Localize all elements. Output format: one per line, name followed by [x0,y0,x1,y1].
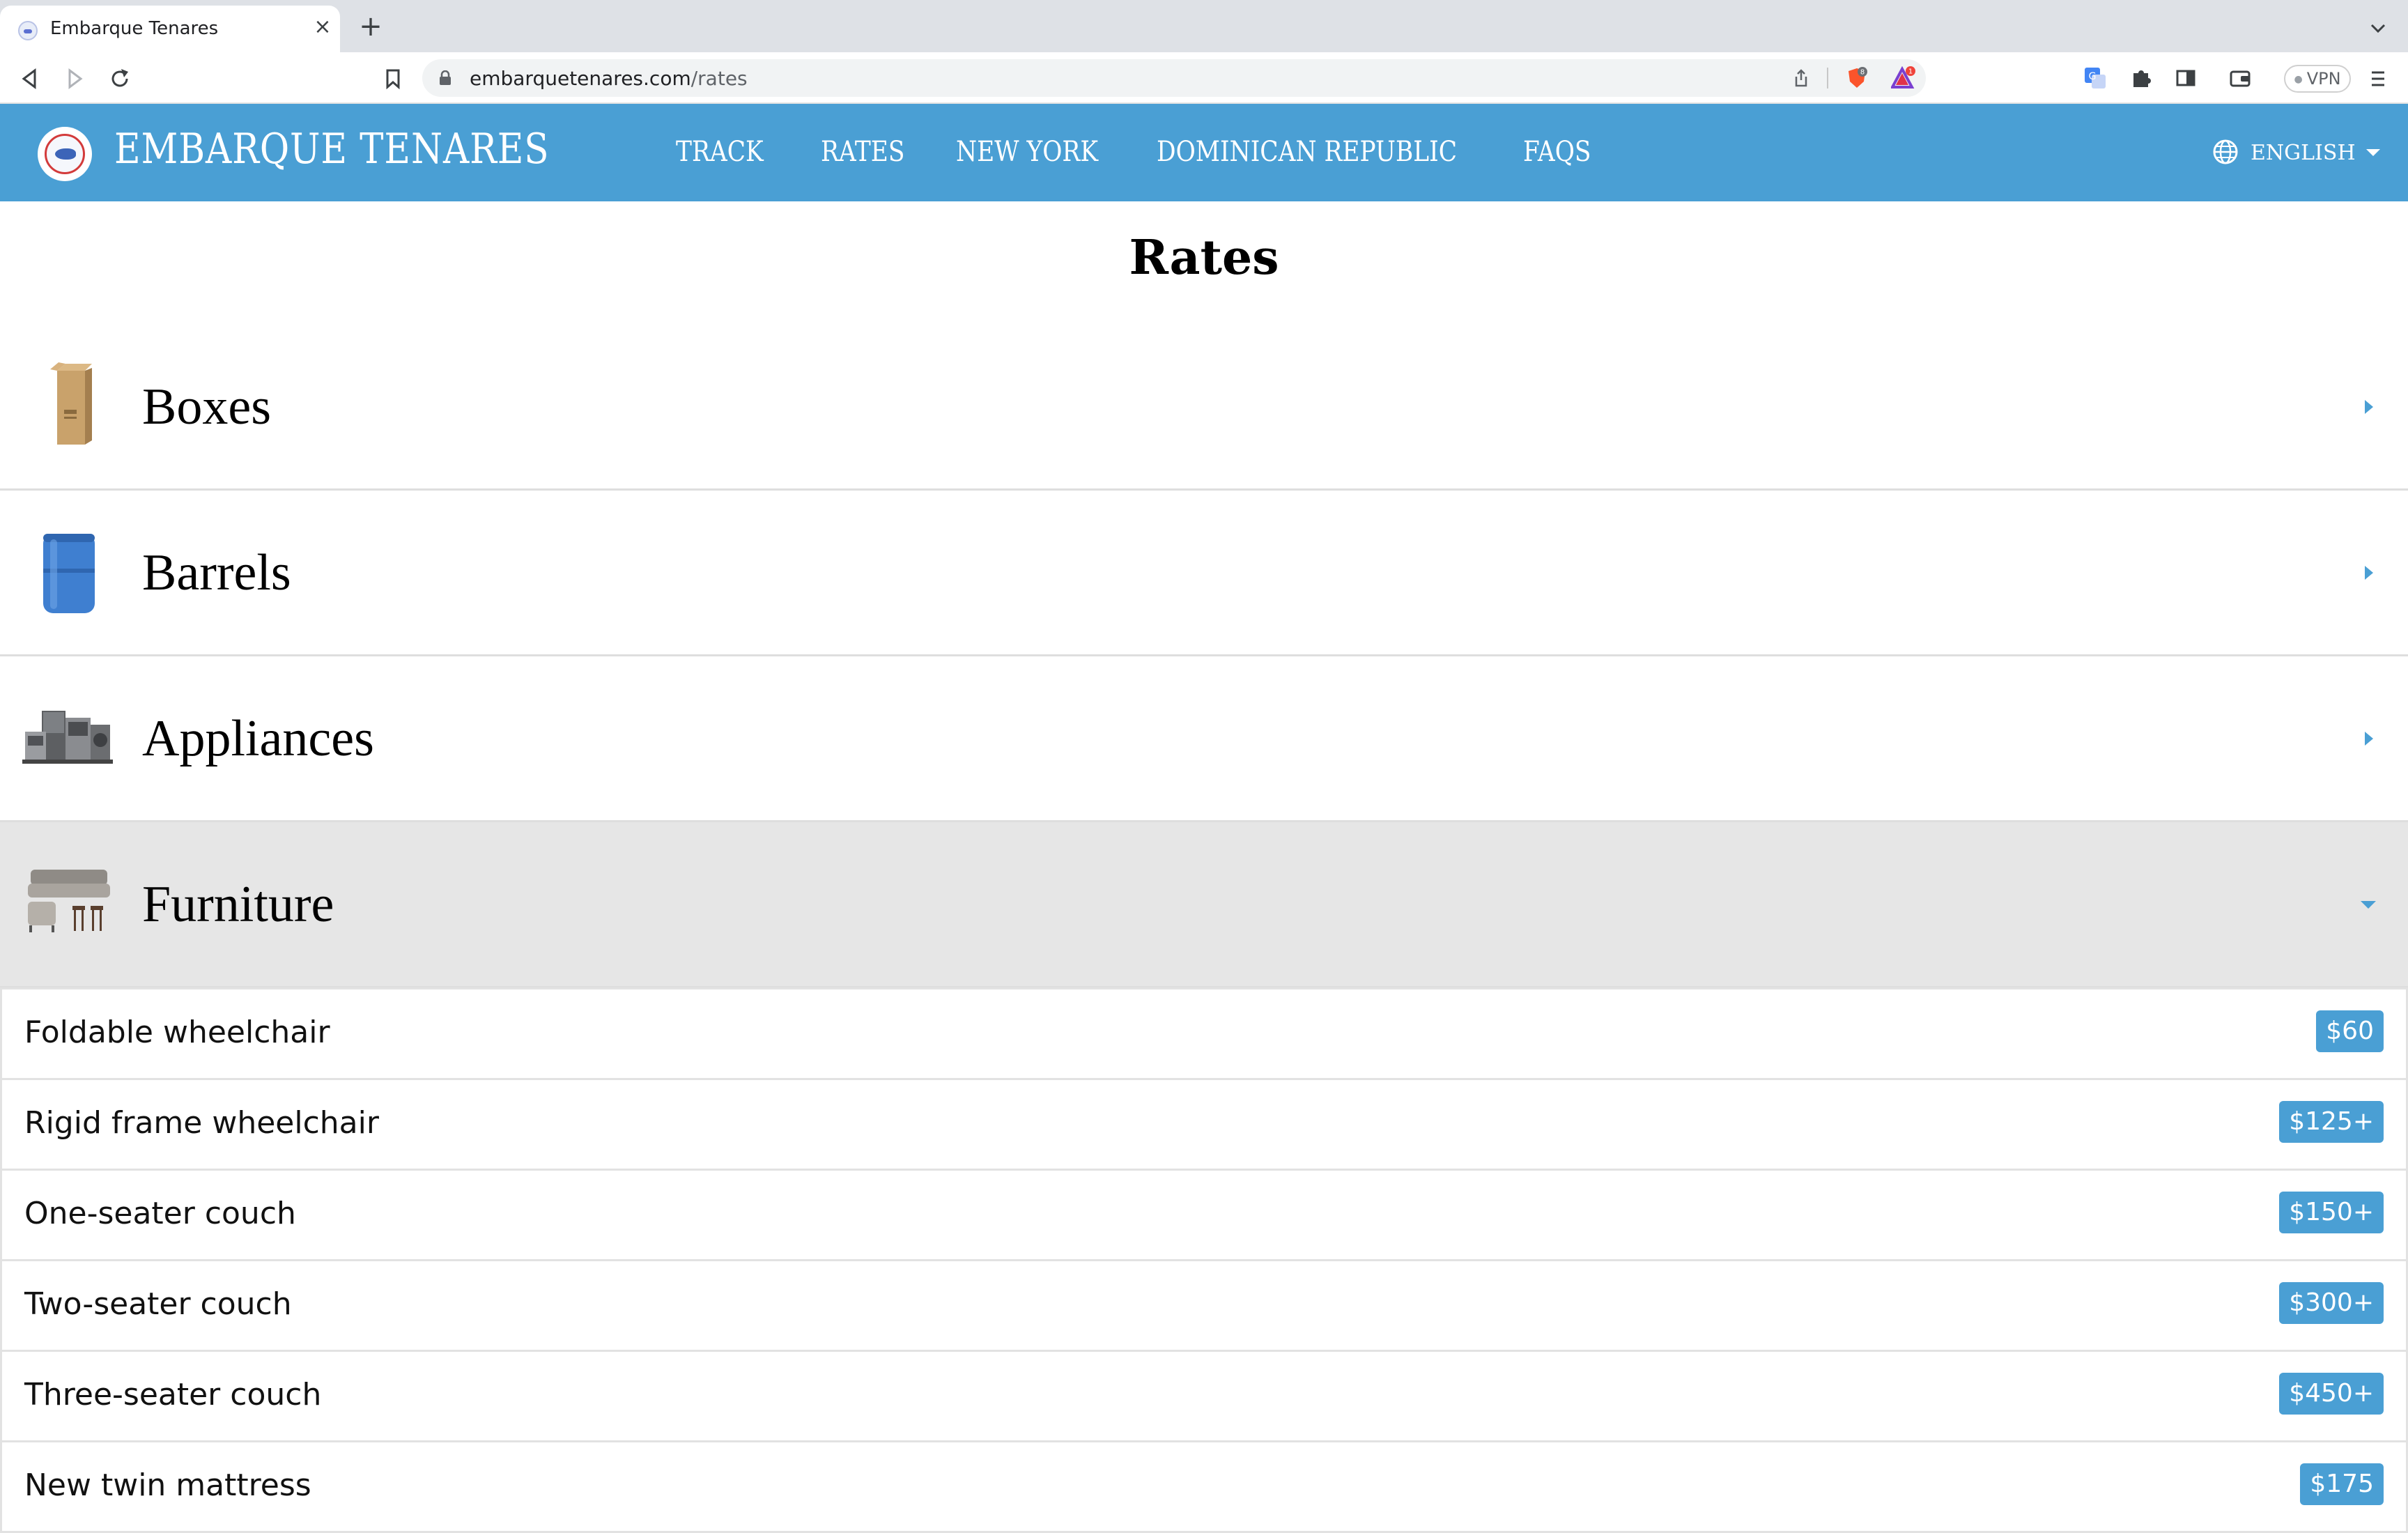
rate-price-badge: $150+ [2279,1192,2384,1233]
bookmark-icon[interactable] [379,65,407,93]
globe-icon [2213,139,2238,164]
rate-item-name: Three-seater couch [24,1377,322,1412]
rate-row: Three-seater couch $450+ [0,1352,2408,1442]
rewards-count: 1 [1908,68,1913,76]
vpn-button[interactable]: VPN [2284,65,2351,93]
back-icon[interactable] [15,65,43,93]
rate-item-name: Rigid frame wheelchair [24,1105,379,1141]
nav-new-york[interactable]: NEW YORK [956,136,1098,168]
rate-row: Two-seater couch $300+ [0,1261,2408,1352]
caret-down-icon [2361,901,2376,909]
rate-row: One-seater couch $150+ [0,1171,2408,1261]
site-favicon-icon [18,21,38,40]
category-appliances[interactable]: Appliances [0,656,2408,822]
browser-tabstrip: Embarque Tenares × + [0,0,2408,52]
nav-rates[interactable]: RATES [821,136,904,168]
nav-track[interactable]: TRACK [676,136,764,168]
rate-item-name: Two-seater couch [24,1286,292,1322]
rate-price-badge: $300+ [2279,1282,2384,1324]
box-icon [50,362,92,445]
close-tab-icon[interactable]: × [312,17,333,38]
extensions-puzzle-icon[interactable] [2128,65,2154,91]
rate-item-name: New twin mattress [24,1467,311,1503]
rate-item-name: Foldable wheelchair [24,1015,330,1050]
rate-price-badge: $125+ [2279,1101,2384,1143]
category-label: Appliances [142,710,374,767]
caret-right-icon [2365,400,2373,414]
rate-row: Rigid frame wheelchair $125+ [0,1080,2408,1171]
category-barrels[interactable]: Barrels [0,491,2408,656]
reload-icon[interactable] [106,65,134,93]
rate-item-name: One-seater couch [24,1196,296,1231]
furniture-rate-list: Foldable wheelchair $60 Rigid frame whee… [0,987,2408,1533]
forward-icon[interactable] [61,65,89,93]
rate-price-badge: $450+ [2279,1373,2384,1415]
chevron-down-icon [2366,149,2380,156]
category-label: Boxes [142,378,271,436]
url-path: /rates [690,67,748,90]
category-label: Barrels [142,544,291,601]
nav-faqs[interactable]: FAQS [1523,136,1591,168]
address-bar[interactable]: embarquetenares.com/rates 8 1 [422,59,1926,97]
category-furniture[interactable]: Furniture [0,822,2408,988]
rate-price-badge: $60 [2316,1010,2384,1052]
wallet-icon[interactable] [2227,65,2253,91]
svg-text:G: G [2089,71,2097,82]
appliances-icon [22,711,113,764]
lock-icon [440,70,451,85]
brave-shields-icon[interactable]: 8 [1845,66,1869,90]
rate-row: New twin mattress $175 [0,1442,2408,1533]
tab-search-chevron-icon[interactable] [2368,18,2388,39]
rate-row: Foldable wheelchair $60 [0,987,2408,1080]
url-text[interactable]: embarquetenares.com/rates [470,67,748,90]
language-label: ENGLISH [2251,141,2356,165]
browser-menu-icon[interactable] [2368,65,2388,93]
browser-tab[interactable]: Embarque Tenares × [0,6,340,52]
category-boxes[interactable]: Boxes [0,325,2408,491]
site-brand[interactable]: EMBARQUE TENARES [114,125,550,174]
translate-extension-icon[interactable]: G [2082,65,2108,91]
address-bar-divider [1827,68,1828,88]
rate-price-badge: $175 [2300,1463,2384,1505]
tab-title: Embarque Tenares [50,18,219,39]
browser-toolbar: embarquetenares.com/rates 8 1 G ● VPN [0,52,2408,104]
shield-count: 8 [1860,69,1865,77]
share-icon[interactable] [1791,68,1812,88]
page-title: Rates [1129,230,1279,286]
caret-right-icon [2365,566,2373,580]
category-label: Furniture [142,876,334,933]
sidebar-toggle-icon[interactable] [2172,65,2199,91]
brave-rewards-icon[interactable]: 1 [1891,66,1916,90]
url-host: embarquetenares.com [470,67,691,90]
new-tab-button[interactable]: + [357,13,385,42]
caret-right-icon [2365,732,2373,746]
barrel-icon [43,534,95,613]
site-header: EMBARQUE TENARES TRACK RATES NEW YORK DO… [0,104,2408,201]
logo-icon[interactable] [38,127,92,181]
nav-dominican-republic[interactable]: DOMINICAN REPUBLIC [1157,136,1457,168]
furniture-icon [28,870,110,932]
